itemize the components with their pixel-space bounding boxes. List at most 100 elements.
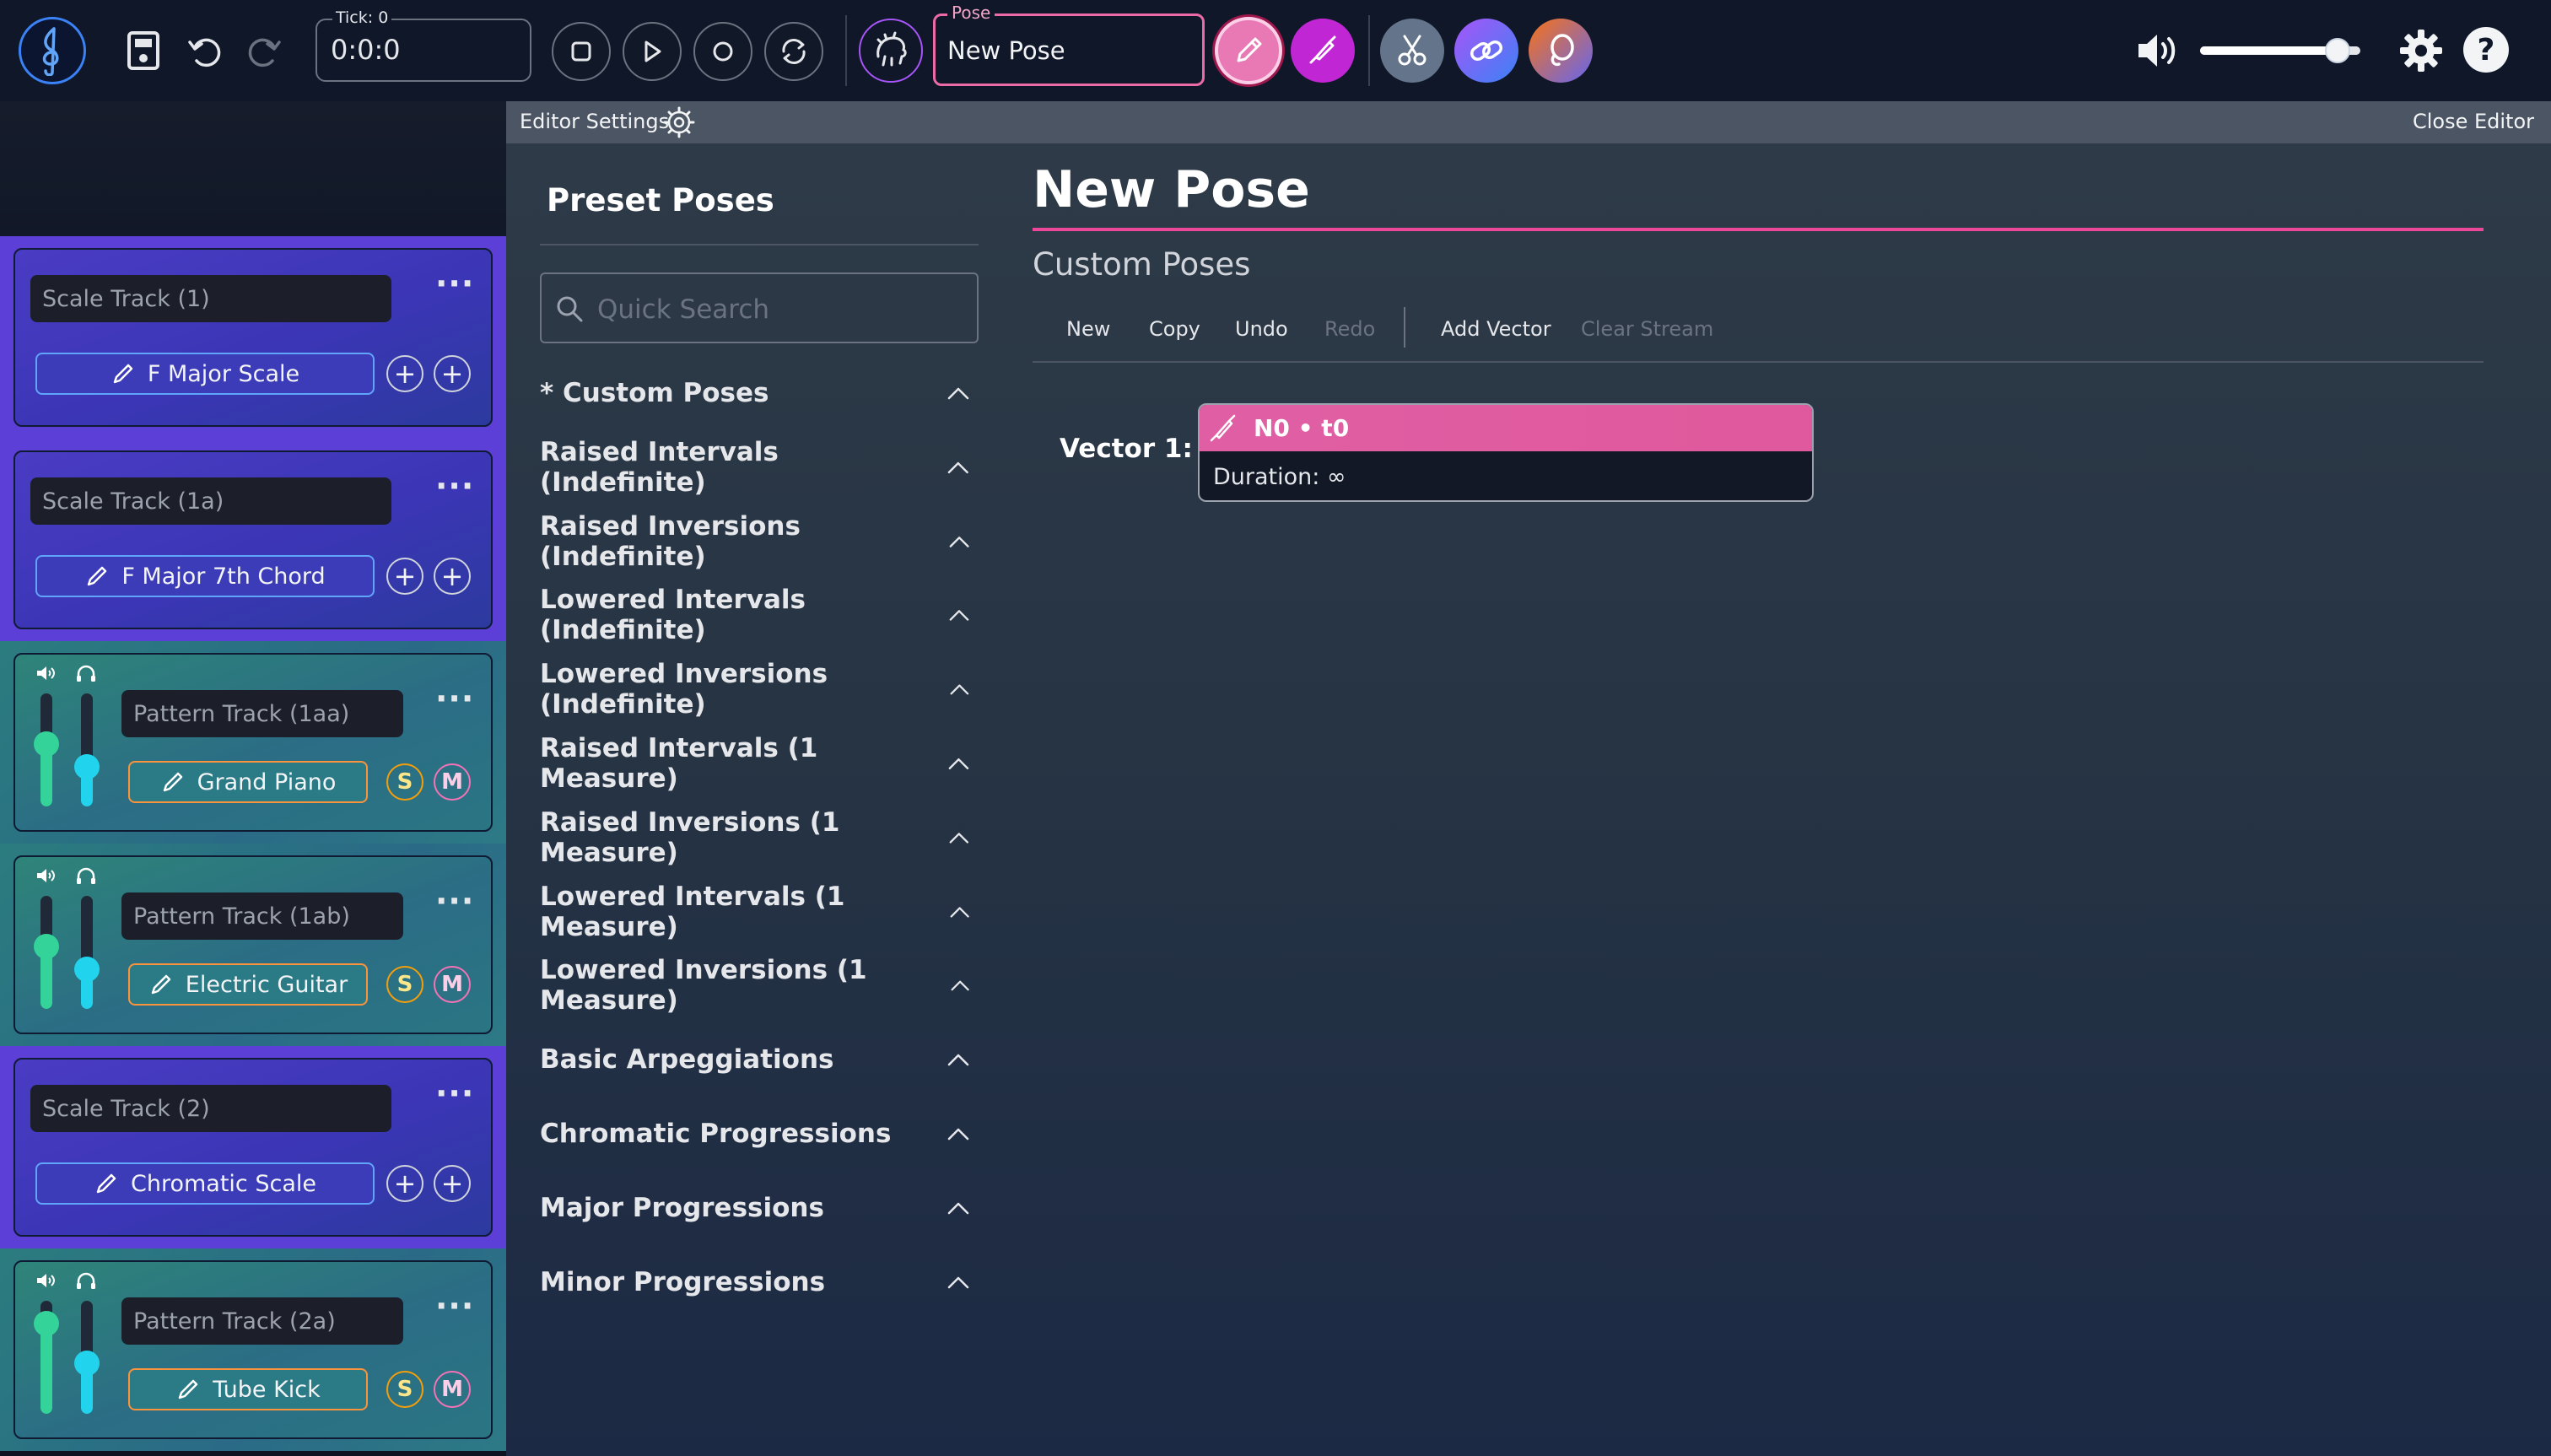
volume-slider-knob[interactable] [2325,38,2351,63]
preset-category-item[interactable]: Raised Inversions (Indefinite) [540,511,979,572]
save-icon[interactable] [123,29,164,73]
add-pattern-button[interactable]: + [434,558,471,595]
edit-instrument-button[interactable]: Grand Piano [128,761,368,803]
preset-category-item[interactable]: Lowered Intervals (Indefinite) [540,585,979,645]
chevron-up-icon[interactable] [949,904,970,919]
preset-category-item[interactable]: Raised Intervals (Indefinite) [540,437,979,498]
edit-scale-button[interactable]: Chromatic Scale [35,1162,375,1205]
editor-settings-label[interactable]: Editor Settings [520,110,669,133]
chevron-up-icon[interactable] [949,682,970,697]
lion-icon[interactable] [859,19,923,83]
pan-slider-knob[interactable] [74,957,100,983]
track-card[interactable]: Pattern Track (1aa) ··· Grand Piano S M [13,653,493,832]
solo-button[interactable]: S [386,1371,423,1408]
preset-category-item[interactable]: Basic Arpeggiations [540,1034,979,1085]
chevron-up-icon[interactable] [947,1126,970,1141]
mute-button[interactable]: M [434,966,471,1003]
mute-button[interactable]: M [434,763,471,801]
play-button[interactable] [623,22,682,81]
preset-category-item[interactable]: Minor Progressions [540,1257,979,1308]
chevron-up-icon[interactable] [948,830,970,845]
brush-button[interactable] [1291,19,1355,83]
more-options-icon[interactable]: ··· [435,885,474,917]
track-card[interactable]: Scale Track (1) ··· F Major Scale + + [13,248,493,427]
gear-icon[interactable] [2396,25,2446,76]
pose-name-field[interactable]: Pose New Pose [933,3,1205,86]
volume-slider[interactable] [34,1301,59,1414]
gear-icon[interactable] [663,106,695,138]
volume-slider[interactable] [34,693,59,806]
speaker-icon[interactable] [2134,27,2183,74]
preset-category-item[interactable]: Lowered Inversions (1 Measure) [540,955,979,1016]
volume-slider[interactable] [2200,38,2360,63]
pan-slider[interactable] [74,693,100,806]
tick-display[interactable]: Tick: 0 0:0:0 [316,8,531,82]
track-card[interactable]: Scale Track (2) ··· Chromatic Scale + + [13,1058,493,1237]
close-editor-button[interactable]: Close Editor [2413,110,2534,133]
undo-icon[interactable] [184,29,226,73]
volume-slider-knob[interactable] [34,1310,59,1336]
volume-slider[interactable] [34,896,59,1009]
clear-stream-button[interactable]: Clear Stream [1581,317,1713,341]
pan-slider-knob[interactable] [74,1350,100,1376]
solo-button[interactable]: S [386,763,423,801]
track-name-field[interactable]: Scale Track (1) [30,275,391,322]
pan-slider[interactable] [74,896,100,1009]
stop-button[interactable] [552,22,611,81]
new-button[interactable]: New [1066,317,1110,341]
track-name-field[interactable]: Pattern Track (1ab) [121,892,403,940]
loop-button[interactable] [764,22,823,81]
chevron-up-icon[interactable] [947,756,970,771]
pan-slider-knob[interactable] [74,754,100,780]
chevron-up-icon[interactable] [947,1275,970,1290]
preset-category-item[interactable]: Raised Inversions (1 Measure) [540,807,979,868]
more-options-icon[interactable]: ··· [435,1077,474,1109]
more-options-icon[interactable]: ··· [435,470,474,502]
link-button[interactable] [1454,19,1518,83]
track-name-field[interactable]: Scale Track (1a) [30,477,391,525]
chevron-up-icon[interactable] [947,1200,970,1216]
track-name-field[interactable]: Scale Track (2) [30,1085,391,1132]
chevron-up-icon[interactable] [948,534,970,549]
redo-icon[interactable] [243,29,285,73]
help-icon[interactable]: ? [2463,27,2509,73]
preset-category-item[interactable]: Major Progressions [540,1183,979,1233]
edit-instrument-button[interactable]: Tube Kick [128,1368,368,1410]
preset-category-item[interactable]: * Custom Poses [540,368,979,418]
chevron-up-icon[interactable] [948,607,970,623]
track-card[interactable]: Pattern Track (1ab) ··· Electric Guitar S M [13,855,493,1034]
chevron-up-icon[interactable] [950,978,970,993]
add-track-button[interactable]: + [386,355,423,392]
solo-button[interactable]: S [386,966,423,1003]
chevron-up-icon[interactable] [947,1052,970,1067]
track-name-field[interactable]: Pattern Track (2a) [121,1297,403,1345]
preset-category-item[interactable]: Raised Intervals (1 Measure) [540,733,979,794]
volume-slider-knob[interactable] [34,731,59,758]
add-vector-button[interactable]: Add Vector [1441,317,1551,341]
more-options-icon[interactable]: ··· [435,1290,474,1322]
pencil-edit-button[interactable] [1215,17,1282,84]
track-card[interactable]: Pattern Track (2a) ··· Tube Kick S M [13,1260,493,1439]
pan-slider[interactable] [74,1301,100,1414]
add-pattern-button[interactable]: + [434,1165,471,1202]
mute-button[interactable]: M [434,1371,471,1408]
vector-card-header[interactable]: N0 • t0 [1200,405,1812,451]
edit-instrument-button[interactable]: Electric Guitar [128,963,368,1006]
copy-button[interactable]: Copy [1149,317,1200,341]
chevron-up-icon[interactable] [947,460,970,475]
preset-category-item[interactable]: Lowered Inversions (Indefinite) [540,659,979,720]
track-card[interactable]: Scale Track (1a) ··· F Major 7th Chord + + [13,450,493,629]
scissors-button[interactable] [1380,19,1444,83]
add-pattern-button[interactable]: + [434,355,471,392]
treble-clef-logo-icon[interactable] [19,17,86,84]
chevron-up-icon[interactable] [947,386,970,401]
more-options-icon[interactable]: ··· [435,682,474,715]
quick-search-input[interactable]: Quick Search [540,272,979,343]
edit-scale-button[interactable]: F Major Scale [35,353,375,395]
lasso-button[interactable] [1529,19,1593,83]
add-track-button[interactable]: + [386,1165,423,1202]
vector-card[interactable]: N0 • t0 Duration: ∞ [1198,403,1814,502]
preset-category-item[interactable]: Chromatic Progressions [540,1108,979,1159]
track-name-field[interactable]: Pattern Track (1aa) [121,690,403,737]
more-options-icon[interactable]: ··· [435,267,474,299]
